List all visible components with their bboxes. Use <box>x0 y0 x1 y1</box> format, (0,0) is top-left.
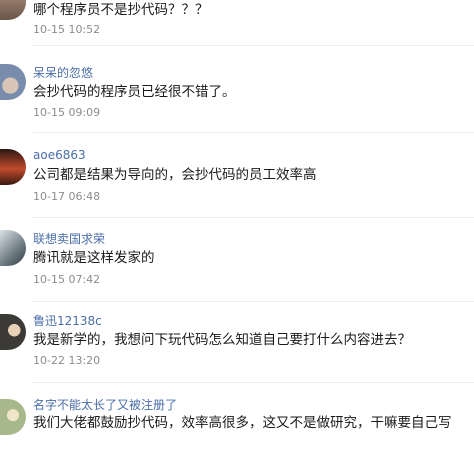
comment-text: 公司都是结果为导向的，会抄代码的员工效率高 <box>33 167 317 183</box>
comment-text: 会抄代码的程序员已经很不错了。 <box>33 84 236 100</box>
avatar[interactable] <box>0 0 26 20</box>
avatar[interactable] <box>0 149 26 185</box>
comment-item: 名字不能太长了又被注册了 我们大佬都鼓励抄代码，效率高很多，这又不是做研究，干嘛… <box>0 393 474 452</box>
comment-username[interactable]: 呆呆的忽悠 <box>33 64 93 81</box>
comment-item: aoe6863 公司都是结果为导向的，会抄代码的员工效率高 10-17 06:4… <box>0 145 474 218</box>
avatar[interactable] <box>0 399 26 435</box>
comment-item: 呆呆的忽悠 会抄代码的程序员已经很不错了。 10-15 09:09 <box>0 58 474 133</box>
comment-username[interactable]: 鲁迅12138c <box>33 312 102 329</box>
comment-time: 10-22 13:20 <box>33 354 101 367</box>
comment-username[interactable]: 联想卖国求荣 <box>33 230 105 247</box>
divider <box>33 301 474 302</box>
avatar[interactable] <box>0 230 26 266</box>
comment-username[interactable]: 名字不能太长了又被注册了 <box>33 396 177 413</box>
comment-text: 我们大佬都鼓励抄代码，效率高很多，这又不是做研究，干嘛要自己写 <box>33 415 452 431</box>
comment-time: 10-15 07:42 <box>33 273 101 286</box>
divider <box>33 132 474 133</box>
comment-item: 联想卖国求荣 腾讯就是这样发家的 10-15 07:42 <box>0 226 474 302</box>
avatar[interactable] <box>0 64 26 100</box>
comment-time: 10-15 09:09 <box>33 106 101 119</box>
divider <box>33 382 474 383</box>
comment-item: 哪个程序员不是抄代码？？？ 10-15 10:52 <box>0 0 474 46</box>
comment-item: 鲁迅12138c 我是新学的，我想问下玩代码怎么知道自己要打什么内容进去？ 10… <box>0 310 474 383</box>
comment-time: 10-17 06:48 <box>33 190 101 203</box>
divider <box>33 45 474 46</box>
comment-text: 我是新学的，我想问下玩代码怎么知道自己要打什么内容进去？ <box>33 332 411 348</box>
comment-time: 10-15 10:52 <box>33 23 101 36</box>
avatar[interactable] <box>0 314 26 350</box>
comment-username[interactable]: aoe6863 <box>33 148 86 162</box>
comment-text: 腾讯就是这样发家的 <box>33 250 155 266</box>
comment-text: 哪个程序员不是抄代码？？？ <box>33 2 209 18</box>
divider <box>33 217 474 218</box>
